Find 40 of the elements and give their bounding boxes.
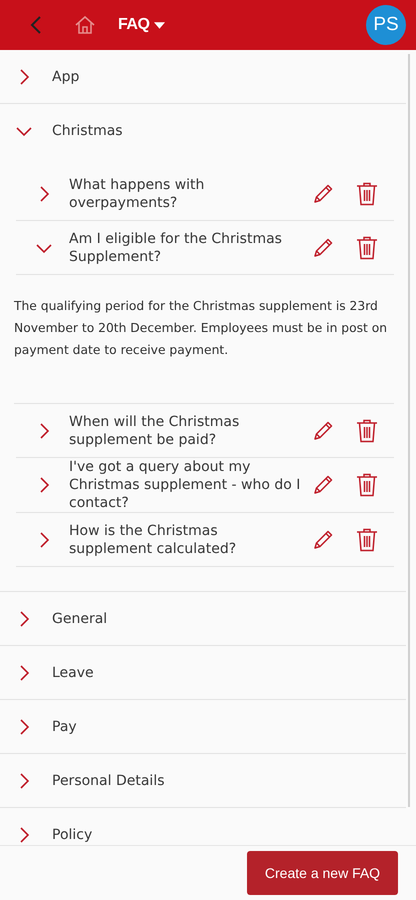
faq-menu[interactable]: FAQ — [118, 16, 166, 34]
delete-icon[interactable] — [356, 528, 378, 552]
question-text: How is the Christmas supplement calculated? — [69, 522, 238, 558]
edit-icon[interactable] — [312, 420, 334, 442]
category-item[interactable]: Christmas — [0, 104, 406, 158]
caret-icon — [154, 22, 166, 28]
category-label: Personal Details — [52, 772, 164, 788]
question-text: When will the Christmas supplement be paid? — [69, 412, 240, 448]
question-item[interactable]: Am I eligible for the Christmas Supplement? — [16, 221, 394, 275]
category-label: Christmas — [52, 123, 123, 139]
back-icon[interactable] — [30, 15, 42, 35]
category-label: Policy — [52, 826, 92, 842]
question-text: I've got a query about my Christmas supplement - who do I contact? — [69, 458, 302, 512]
delete-icon[interactable] — [356, 182, 378, 206]
edit-icon[interactable] — [312, 474, 334, 496]
edit-icon[interactable] — [312, 528, 334, 550]
create-faq-button[interactable]: Create a new FAQ — [247, 851, 398, 895]
edit-icon[interactable] — [312, 236, 334, 258]
category-label: App — [52, 68, 80, 84]
category-item[interactable]: Leave — [0, 646, 406, 700]
category-label: Leave — [52, 664, 94, 680]
category-item[interactable]: Pay — [0, 700, 406, 754]
edit-icon[interactable] — [312, 182, 334, 204]
question-item[interactable]: I've got a query about my Christmas supplement - who do I contact? — [16, 458, 394, 513]
question-item[interactable]: When will the Christmas supplement be paid? — [16, 404, 394, 458]
delete-icon[interactable] — [356, 418, 378, 442]
question-item[interactable]: How is the Christmas supplement calculated? — [16, 513, 394, 567]
category-label: General — [52, 610, 108, 626]
scrollbar[interactable] — [408, 54, 410, 807]
question-text: Am I eligible for the Christmas Supplement? — [69, 230, 283, 266]
delete-icon[interactable] — [356, 236, 378, 260]
question-text: What happens with overpayments? — [69, 176, 206, 212]
category-item[interactable]: General — [0, 592, 406, 646]
category-label: Pay — [52, 718, 77, 734]
answer-text: The qualifying period for the Christmas supplement is 23rd November to 20th December. Employees must be in post on payment date to receive payment. — [14, 298, 388, 359]
category-item[interactable]: App — [0, 50, 406, 104]
question-item[interactable]: What happens with overpayments? — [16, 167, 394, 221]
delete-icon[interactable] — [356, 473, 378, 497]
category-item[interactable]: Personal Details — [0, 754, 406, 808]
user-avatar[interactable]: PS — [366, 5, 406, 45]
